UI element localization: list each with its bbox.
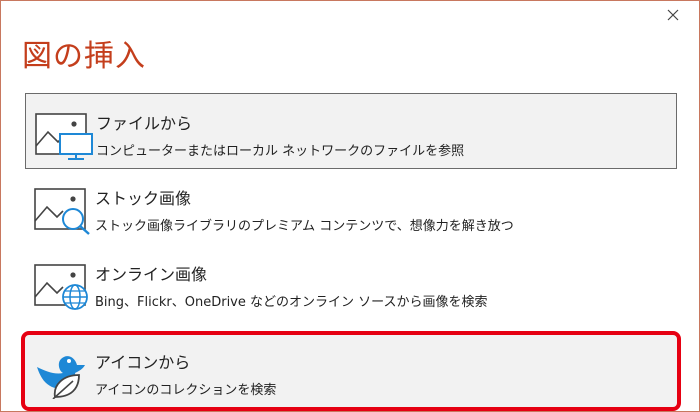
option-description: ストック画像ライブラリのプレミアム コンテンツで、想像力を解き放つ [95,219,514,234]
option-title: ファイルから [96,114,193,133]
close-icon [667,9,679,21]
option-description: コンピューターまたはローカル ネットワークのファイルを参照 [96,144,465,159]
option-description: Bing、Flickr、OneDrive などのオンライン ソースから画像を検索 [95,295,488,310]
globe-icon [34,264,88,310]
computer-icon [35,113,93,160]
option-list: ファイルから コンピューターまたはローカル ネットワークのファイルを参照 ストッ… [21,93,681,411]
option-from-icons[interactable]: アイコンから アイコンのコレクションを検索 [21,331,681,411]
close-button[interactable] [665,7,681,23]
magnifier-icon [34,188,90,235]
option-title: アイコンから [95,353,191,372]
option-description: アイコンのコレクションを検索 [95,383,277,398]
option-online-images[interactable]: オンライン画像 Bing、Flickr、OneDrive などのオンライン ソー… [25,247,677,319]
bird-leaf-icon [37,356,85,399]
option-title: ストック画像 [95,189,192,208]
option-title: オンライン画像 [95,265,208,284]
dialog-title: 図の挿入 [22,39,146,74]
insert-picture-dialog: 図の挿入 ファイルから コンピューターまたはローカル ネットワークのファイルを参… [0,0,700,412]
option-from-file[interactable]: ファイルから コンピューターまたはローカル ネットワークのファイルを参照 [25,93,677,169]
option-stock-images[interactable]: ストック画像 ストック画像ライブラリのプレミアム コンテンツで、想像力を解き放つ [25,171,677,243]
